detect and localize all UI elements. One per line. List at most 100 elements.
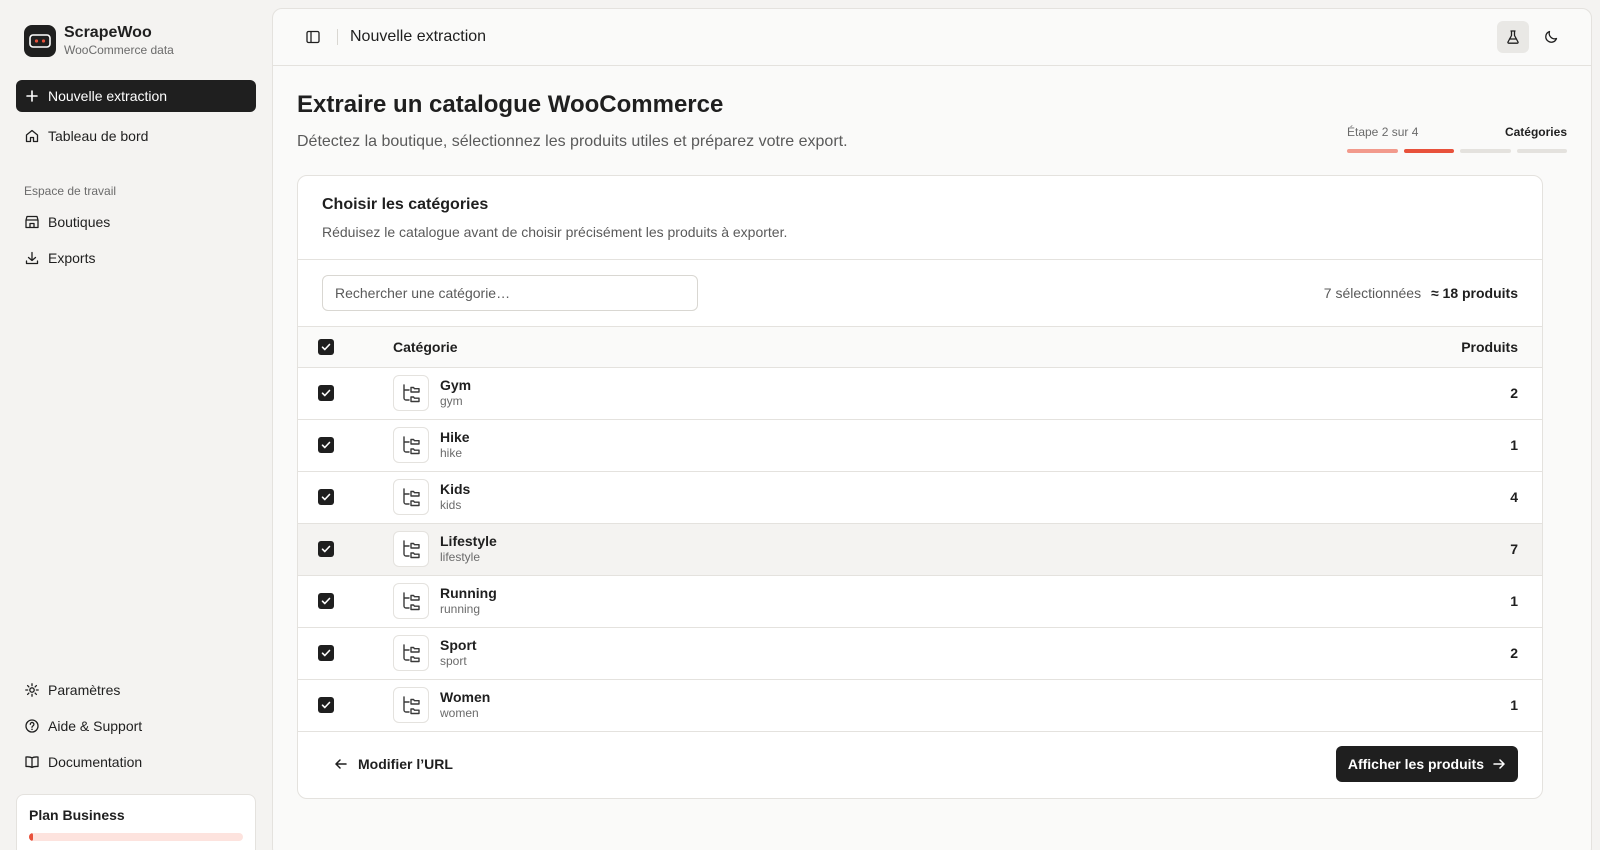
selection-summary: 7 sélectionnées ≈ 18 produits: [1324, 285, 1518, 301]
category-tree-icon: [393, 479, 429, 515]
product-count: 2: [1510, 385, 1518, 401]
category-name: Hike: [440, 428, 470, 445]
table-header-row: Catégorie Produits: [298, 327, 1542, 367]
row-checkbox[interactable]: [318, 697, 334, 713]
plan-usage-fill: [29, 833, 34, 841]
dark-mode-button[interactable]: [1535, 21, 1567, 53]
row-checkbox[interactable]: [318, 437, 334, 453]
row-checkbox[interactable]: [318, 593, 334, 609]
row-checkbox[interactable]: [318, 489, 334, 505]
sidebar-item-dashboard[interactable]: Tableau de bord: [16, 120, 256, 152]
column-header-products[interactable]: Produits: [1039, 327, 1542, 367]
show-products-button[interactable]: Afficher les produits: [1335, 746, 1518, 782]
check-icon: [321, 441, 331, 449]
row-checkbox[interactable]: [318, 385, 334, 401]
table-row[interactable]: Kids kids 4: [298, 471, 1542, 523]
new-extraction-button[interactable]: Nouvelle extraction: [16, 80, 256, 112]
card-subtitle: Réduisez le catalogue avant de choisir p…: [322, 224, 788, 240]
selected-count: 7 sélectionnées: [1323, 285, 1422, 301]
sidebar-item-help[interactable]: Aide & Support: [16, 710, 256, 742]
arrow-left-icon: [335, 759, 347, 769]
check-icon: [321, 701, 331, 709]
flask-icon: [1507, 30, 1519, 44]
step-bar: [1460, 149, 1511, 153]
card-title: Choisir les catégories: [322, 196, 489, 213]
category-name: Lifestyle: [440, 532, 497, 549]
products-estimate: ≈ 18 produits: [1430, 285, 1518, 301]
step-bar: [1347, 149, 1398, 153]
product-count: 1: [1510, 593, 1518, 609]
sidebar-item-label: Exports: [48, 250, 96, 266]
workspace-section-label: Espace de travail: [24, 184, 117, 198]
category-name: Running: [440, 584, 497, 601]
sidebar-item-docs[interactable]: Documentation: [16, 746, 256, 778]
sidebar-panel-icon: [306, 30, 320, 44]
stepper: Étape 2 sur 4 Catégories: [1347, 125, 1567, 153]
edit-url-button[interactable]: Modifier l’URL: [322, 748, 465, 780]
categories-table: Catégorie Produits Gym gym 2 Hike hike 1 Kids k…: [298, 327, 1542, 732]
edit-url-label: Modifier l’URL: [358, 756, 453, 772]
category-tree-icon: [393, 687, 429, 723]
store-icon: [25, 215, 39, 229]
category-tree-icon: [393, 427, 429, 463]
page-subtitle: Détectez la boutique, sélectionnez les p…: [297, 133, 848, 150]
row-checkbox[interactable]: [318, 541, 334, 557]
row-checkbox[interactable]: [318, 645, 334, 661]
plan-name: Plan Business: [29, 807, 125, 823]
toggle-sidebar-button[interactable]: [297, 21, 329, 53]
check-icon: [321, 389, 331, 397]
table-row[interactable]: Sport sport 2: [298, 627, 1542, 679]
sidebar-item-settings[interactable]: Paramètres: [16, 674, 256, 706]
new-extraction-label: Nouvelle extraction: [48, 88, 168, 104]
table-row[interactable]: Lifestyle lifestyle 7: [298, 523, 1542, 575]
category-slug: hike: [440, 445, 463, 460]
brand-name: ScrapeWoo: [64, 24, 152, 41]
step-bar: [1516, 149, 1567, 153]
category-name: Sport: [440, 636, 477, 653]
category-slug: kids: [440, 497, 462, 512]
category-search-input[interactable]: [322, 275, 698, 311]
check-icon: [321, 343, 331, 351]
gear-icon: [25, 683, 39, 697]
category-tree-icon: [393, 583, 429, 619]
select-all-checkbox[interactable]: [318, 338, 334, 355]
home-icon: [25, 129, 39, 143]
topbar-divider: [337, 29, 338, 45]
product-count: 1: [1510, 697, 1518, 713]
topbar-title: Nouvelle extraction: [350, 28, 487, 45]
help-circle-icon: [25, 719, 39, 733]
moon-icon: [1545, 30, 1558, 43]
product-count: 1: [1510, 437, 1518, 453]
plus-icon: [26, 90, 38, 102]
product-count: 7: [1510, 541, 1518, 557]
book-icon: [25, 756, 39, 769]
product-count: 4: [1510, 489, 1518, 505]
lab-mode-button[interactable]: [1497, 21, 1529, 53]
plan-card[interactable]: Plan Business: [16, 794, 256, 850]
step-name: Catégories: [1504, 125, 1567, 139]
robot-logo-icon: [24, 25, 56, 57]
check-icon: [321, 493, 331, 501]
category-tree-icon: [393, 531, 429, 567]
arrow-right-icon: [1493, 759, 1505, 769]
brand[interactable]: ScrapeWoo WooCommerce data: [24, 24, 174, 58]
sidebar-item-shops[interactable]: Boutiques: [16, 206, 256, 238]
step-counter: Étape 2 sur 4: [1347, 125, 1419, 139]
topbar: Nouvelle extraction: [273, 9, 1591, 66]
sidebar-item-label: Paramètres: [48, 682, 121, 698]
brand-subtitle: WooCommerce data: [64, 43, 174, 57]
category-name: Kids: [440, 480, 471, 497]
category-slug: lifestyle: [440, 549, 481, 564]
sidebar-item-label: Tableau de bord: [48, 128, 149, 144]
category-tree-icon: [393, 635, 429, 671]
sidebar-item-exports[interactable]: Exports: [16, 242, 256, 274]
table-row[interactable]: Running running 1: [298, 575, 1542, 627]
column-header-category[interactable]: Catégorie: [393, 327, 1039, 367]
category-slug: women: [440, 705, 479, 720]
table-row[interactable]: Hike hike 1: [298, 419, 1542, 471]
table-row[interactable]: Gym gym 2: [298, 367, 1542, 419]
page-title: Extraire un catalogue WooCommerce: [297, 91, 724, 118]
check-icon: [321, 597, 331, 605]
table-row[interactable]: Women women 1: [298, 679, 1542, 731]
download-icon: [25, 251, 39, 265]
